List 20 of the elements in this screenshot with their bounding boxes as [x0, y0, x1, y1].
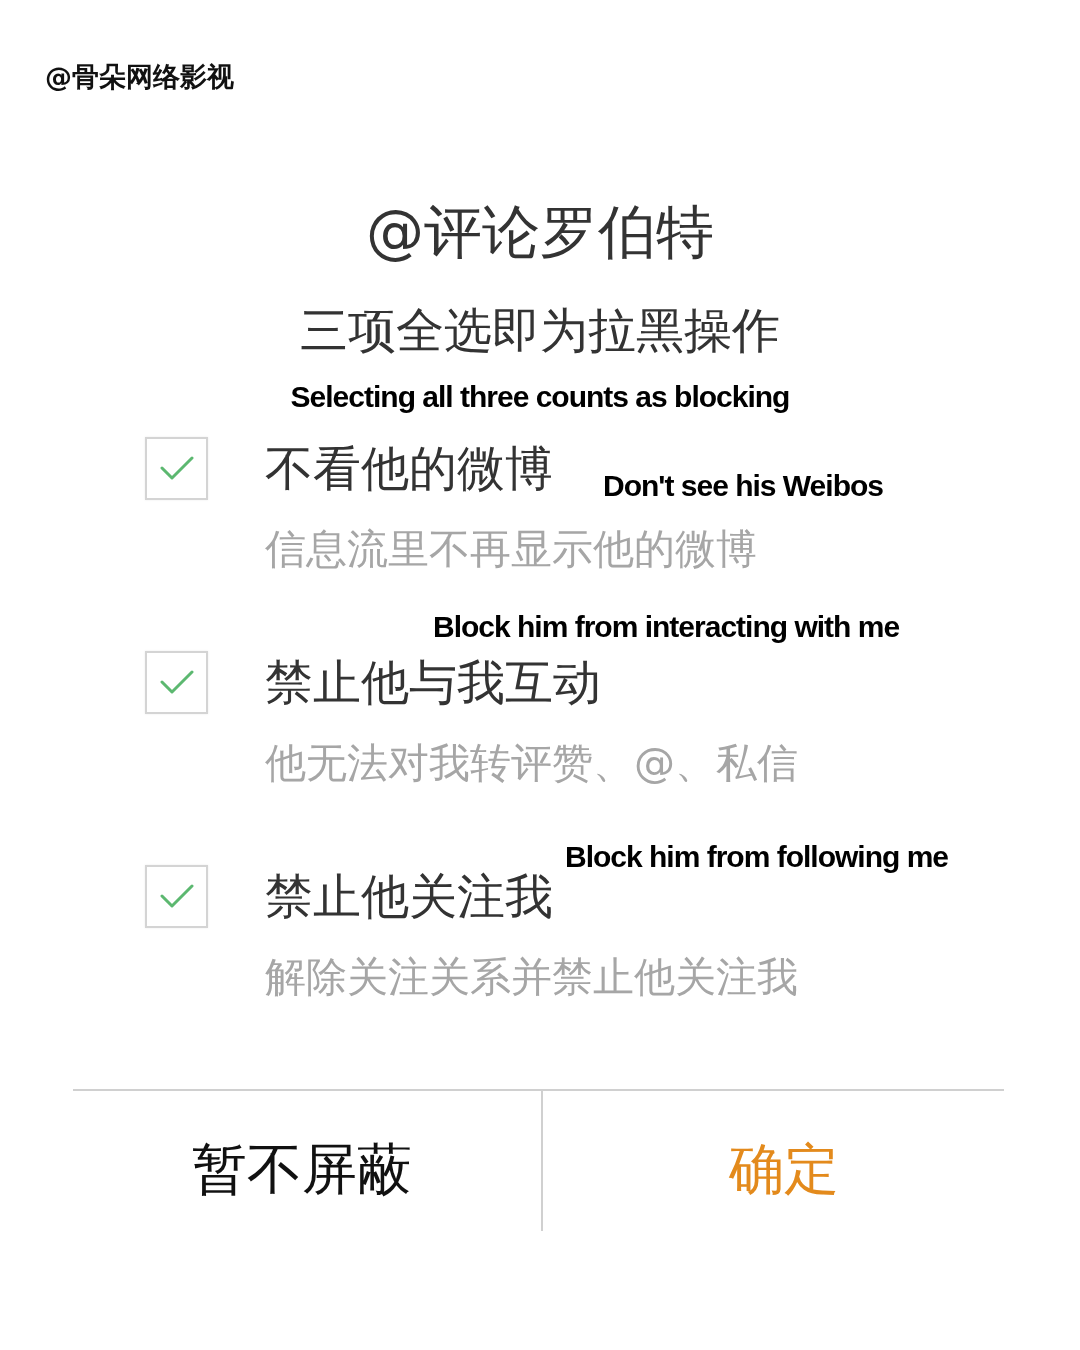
option-description: 信息流里不再显示他的微博: [265, 524, 757, 574]
option-translation: Block him from following me: [565, 839, 949, 875]
option-translation: Block him from interacting with me: [433, 609, 900, 645]
option-label[interactable]: 不看他的微博: [265, 437, 553, 499]
option-translation: Don't see his Weibos: [603, 468, 883, 504]
option-label[interactable]: 禁止他关注我: [265, 865, 553, 927]
option-description: 解除关注关系并禁止他关注我: [265, 952, 798, 1002]
checkmark-icon: [159, 456, 194, 480]
dialog-title: @评论罗伯特: [366, 197, 714, 267]
option-label[interactable]: 禁止他与我互动: [265, 651, 601, 713]
option-description: 他无法对我转评赞、@、私信: [265, 738, 798, 788]
checkmark-icon: [159, 670, 194, 694]
checkbox[interactable]: [145, 864, 208, 928]
dialog-subtitle: 三项全选即为拉黑操作: [300, 301, 780, 359]
subtitle-translation: Selecting all three counts as blocking: [290, 379, 790, 415]
checkmark-icon: [159, 884, 194, 908]
source-credit: @骨朵网络影视: [45, 61, 234, 93]
cancel-button[interactable]: 暂不屏蔽: [184, 1132, 420, 1206]
checkbox[interactable]: [145, 650, 208, 714]
checkbox[interactable]: [145, 436, 208, 500]
